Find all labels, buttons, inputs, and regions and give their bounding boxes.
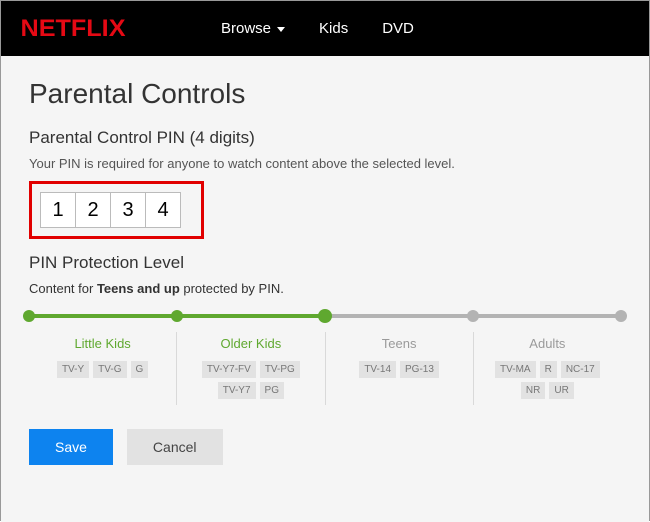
slider-stop-0[interactable] (23, 310, 35, 322)
protection-prefix: Content for (29, 281, 97, 296)
ratings-list: TV-YTV-G G (37, 361, 168, 378)
rating-tag: TV-Y (57, 361, 89, 378)
protection-suffix: protected by PIN. (180, 281, 284, 296)
pin-inputs (40, 192, 181, 228)
slider-stop-1[interactable] (171, 310, 183, 322)
slider-dots (29, 310, 621, 322)
nav-dvd-label: DVD (382, 20, 414, 37)
pin-digit-4[interactable] (145, 192, 181, 228)
pin-help-text: Your PIN is required for anyone to watch… (29, 156, 621, 171)
save-button[interactable]: Save (29, 429, 113, 465)
pin-digit-1[interactable] (40, 192, 76, 228)
slider-stop-4[interactable] (615, 310, 627, 322)
rating-tag: PG (260, 382, 284, 399)
ratings-list: TV-14PG-13 (334, 361, 465, 378)
nav-browse-label: Browse (221, 20, 271, 37)
chevron-down-icon (277, 27, 285, 32)
rating-tag: G (131, 361, 149, 378)
level-col-1[interactable]: Older Kids TV-Y7-FVTV-PGTV-Y7PG (177, 332, 325, 405)
rating-tag: TV-MA (495, 361, 536, 378)
level-section-title: PIN Protection Level (29, 253, 621, 273)
protection-text: Content for Teens and up protected by PI… (29, 281, 621, 296)
rating-tag: TV-G (93, 361, 126, 378)
level-name: Little Kids (37, 336, 168, 351)
cancel-button[interactable]: Cancel (127, 429, 223, 465)
rating-tag: TV-PG (260, 361, 300, 378)
pin-section-title: Parental Control PIN (4 digits) (29, 128, 621, 148)
protection-level: Teens and up (97, 281, 180, 296)
level-name: Older Kids (185, 336, 316, 351)
level-col-3[interactable]: Adults TV-MARNC-17 NRUR (474, 332, 621, 405)
level-col-2[interactable]: Teens TV-14PG-13 (326, 332, 474, 405)
nav-dvd[interactable]: DVD (382, 20, 414, 37)
rating-tag: NC-17 (561, 361, 600, 378)
rating-tag: TV-Y7-FV (202, 361, 256, 378)
pin-digit-3[interactable] (110, 192, 146, 228)
nav-browse[interactable]: Browse (221, 20, 285, 37)
rating-tag: UR (549, 382, 573, 399)
page-content: Parental Controls Parental Control PIN (… (1, 56, 649, 522)
rating-tag: R (540, 361, 557, 378)
top-navbar: NETFLIX Browse Kids DVD (1, 1, 649, 56)
slider-stop-2[interactable] (318, 309, 332, 323)
nav-kids[interactable]: Kids (319, 20, 348, 37)
level-name: Teens (334, 336, 465, 351)
rating-tag: PG-13 (400, 361, 439, 378)
slider-stop-3[interactable] (467, 310, 479, 322)
pin-digit-2[interactable] (75, 192, 111, 228)
ratings-list: TV-Y7-FVTV-PGTV-Y7PG (185, 361, 316, 399)
protection-slider[interactable] (29, 314, 621, 318)
ratings-list: TV-MARNC-17 NRUR (482, 361, 613, 399)
rating-tag: TV-14 (359, 361, 396, 378)
netflix-logo: NETFLIX (21, 15, 126, 43)
nav-kids-label: Kids (319, 20, 348, 37)
action-buttons: Save Cancel (29, 429, 621, 465)
level-col-0[interactable]: Little Kids TV-YTV-G G (29, 332, 177, 405)
rating-tag: TV-Y7 (218, 382, 256, 399)
page-title: Parental Controls (29, 78, 621, 110)
level-columns: Little KidsTV-YTV-GGOlder KidsTV-Y7-FVTV… (29, 332, 621, 405)
level-name: Adults (482, 336, 613, 351)
rating-tag: NR (521, 382, 545, 399)
pin-highlight-box (29, 181, 204, 239)
